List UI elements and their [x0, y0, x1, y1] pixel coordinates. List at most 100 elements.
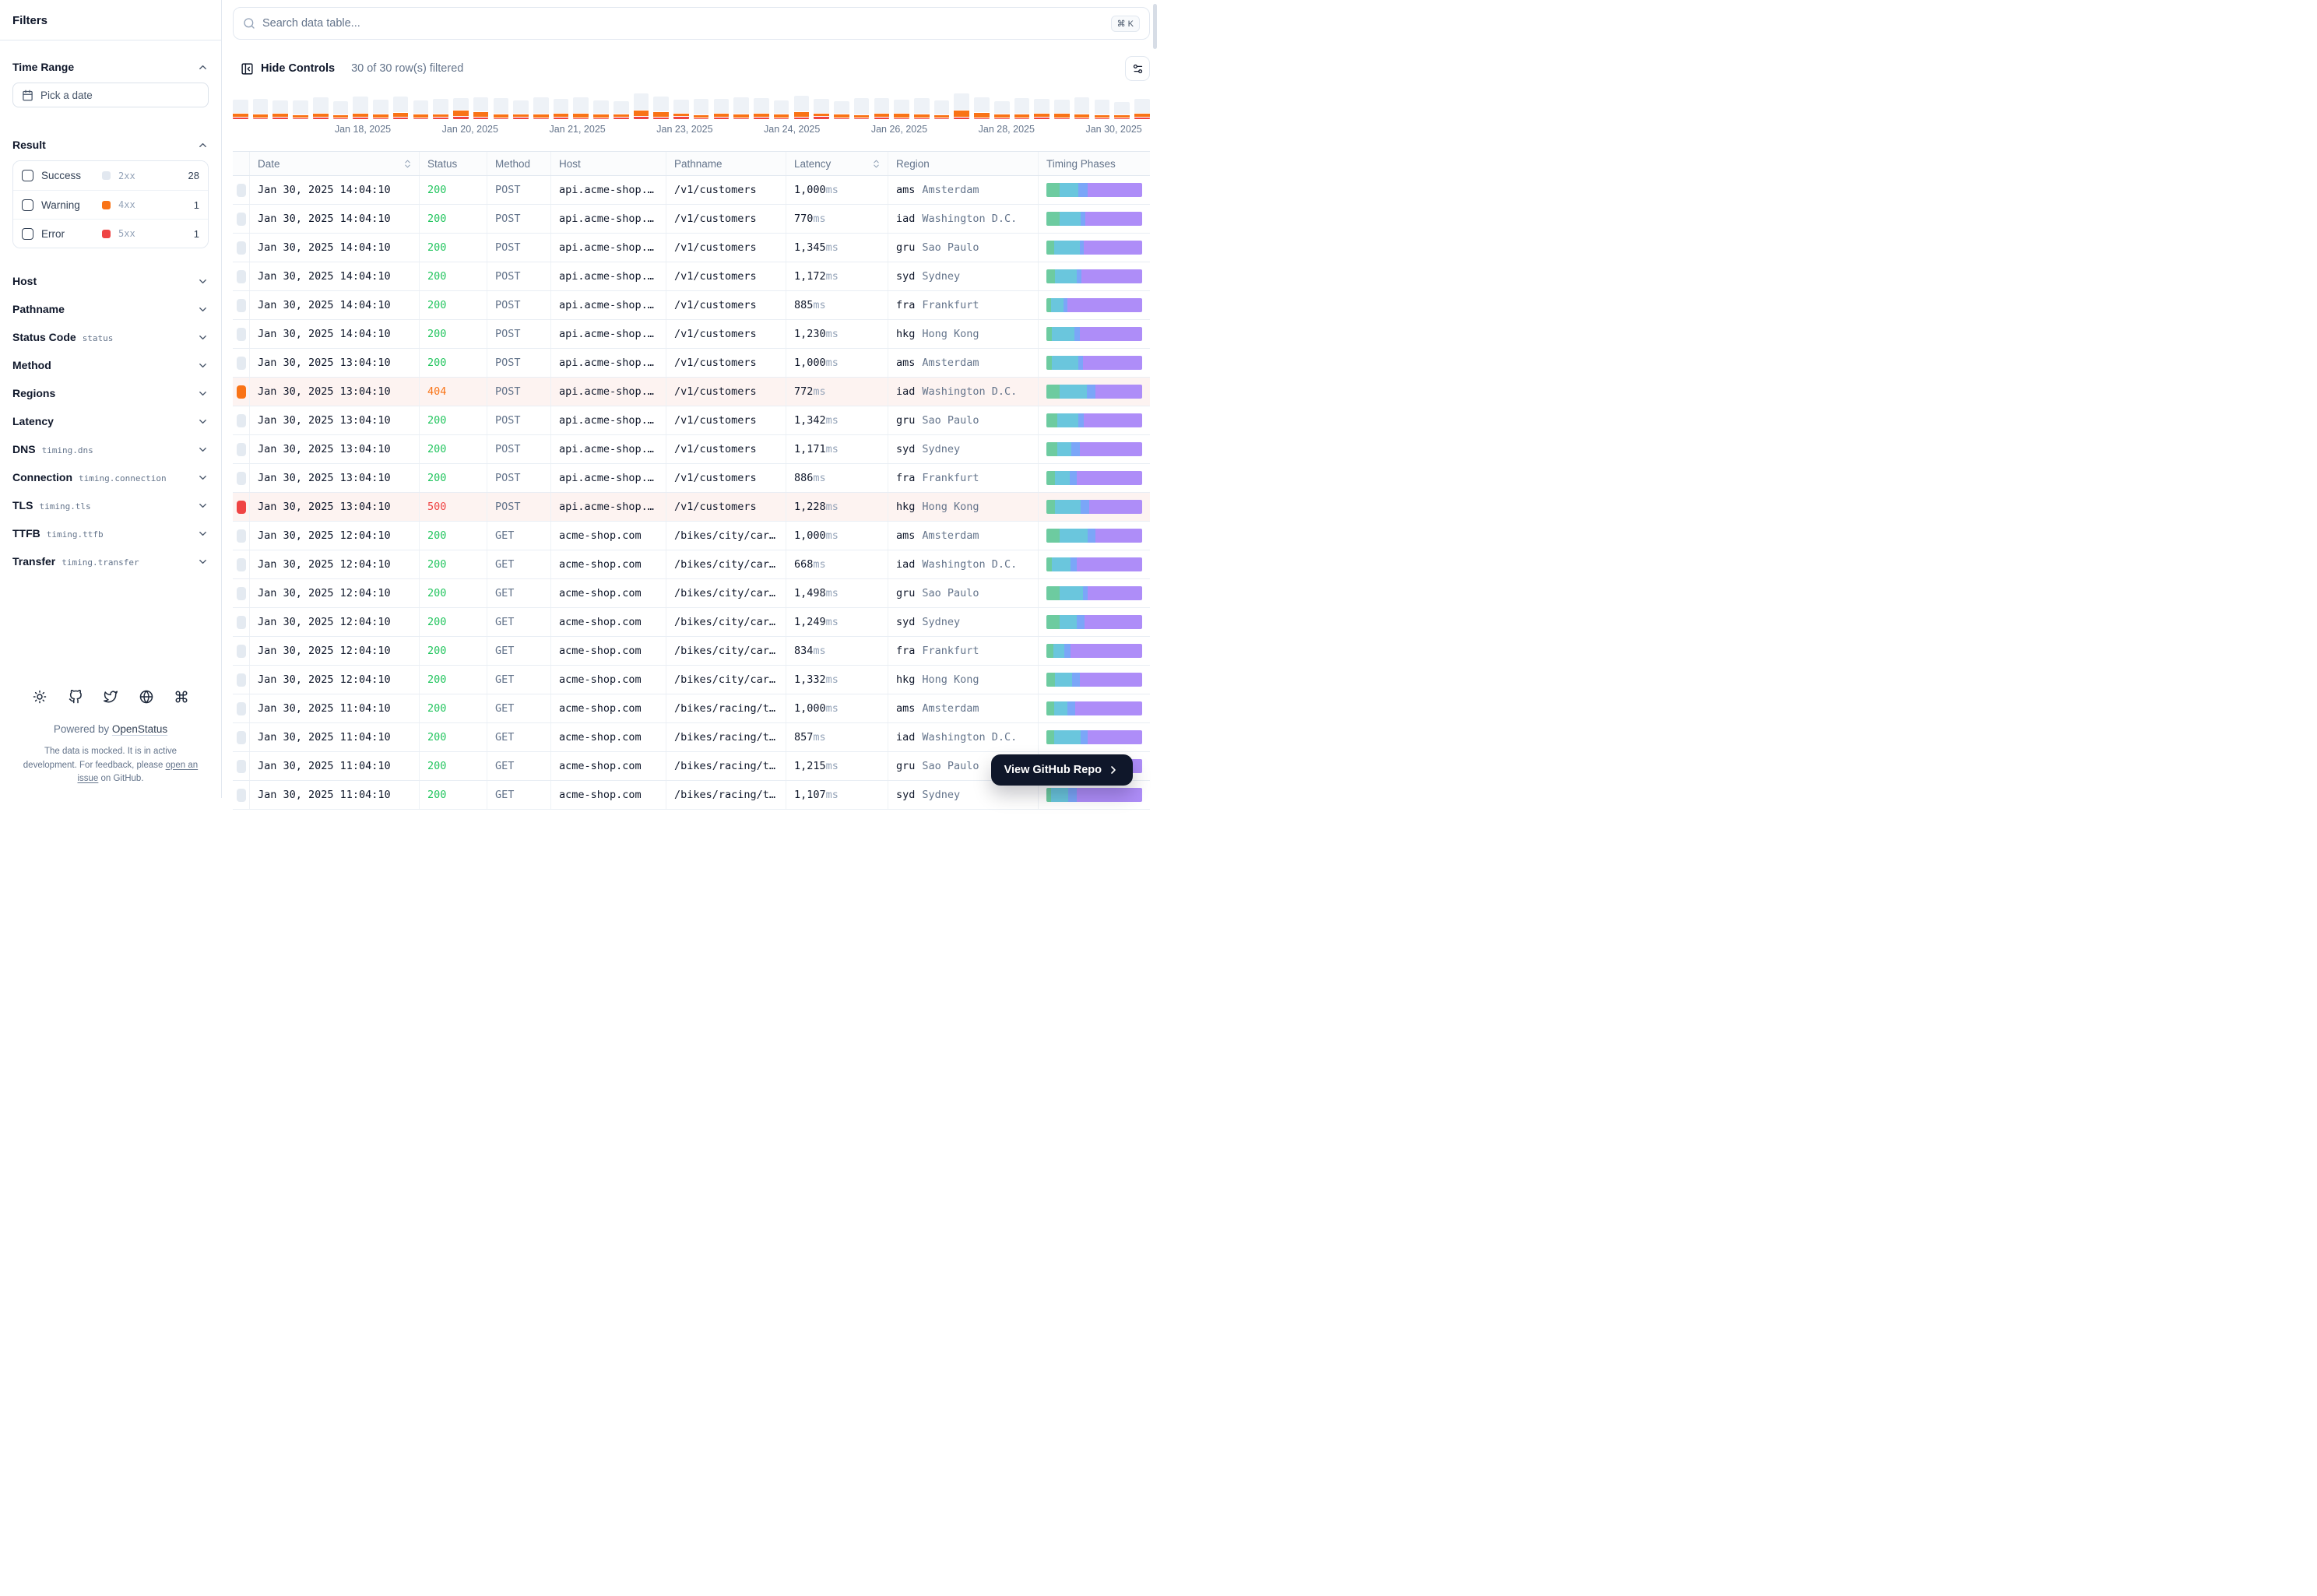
histogram-bar[interactable] [1134, 99, 1150, 119]
column-header-latency[interactable]: Latency [786, 152, 888, 175]
view-settings-button[interactable] [1125, 56, 1150, 81]
sidebar-item-host[interactable]: Host [0, 267, 221, 295]
sidebar-item-connection[interactable]: Connection timing.connection [0, 463, 221, 491]
histogram-bar[interactable] [1074, 97, 1090, 119]
sidebar-item-method[interactable]: Method [0, 351, 221, 379]
histogram-bar[interactable] [974, 97, 990, 119]
checkbox[interactable] [22, 199, 33, 211]
command-icon[interactable] [174, 689, 189, 705]
table-row[interactable]: Jan 30, 2025 14:04:10 200 POST api.acme-sho… [233, 320, 1150, 349]
table-row[interactable]: Jan 30, 2025 12:04:10 200 GET acme-shop.com… [233, 666, 1150, 694]
section-time-range[interactable]: Time Range [0, 53, 221, 81]
histogram-bar[interactable] [1054, 100, 1070, 119]
table-row[interactable]: Jan 30, 2025 11:04:10 200 GET acme-shop.com… [233, 723, 1150, 752]
table-row[interactable]: Jan 30, 2025 14:04:10 200 POST api.acme-sho… [233, 176, 1150, 205]
histogram-bar[interactable] [332, 101, 349, 119]
histogram-bar[interactable] [553, 99, 569, 119]
histogram-bar[interactable] [713, 99, 730, 119]
histogram-bar[interactable] [633, 93, 649, 119]
table-row[interactable]: Jan 30, 2025 13:04:10 500 POST api.acme-sho… [233, 493, 1150, 522]
table-row[interactable]: Jan 30, 2025 12:04:10 200 GET acme-shop.com… [233, 550, 1150, 579]
histogram-bar[interactable] [653, 97, 670, 119]
result-option-error[interactable]: Error 5xx 1 [13, 219, 208, 248]
histogram-bar[interactable] [373, 100, 389, 119]
hide-controls-button[interactable]: Hide Controls [241, 62, 335, 76]
table-row[interactable]: Jan 30, 2025 13:04:10 404 POST api.acme-sho… [233, 378, 1150, 406]
histogram-bar[interactable] [793, 96, 810, 119]
histogram-bar[interactable] [413, 100, 429, 119]
table-row[interactable]: Jan 30, 2025 12:04:10 200 GET acme-shop.com… [233, 522, 1150, 550]
histogram-bar[interactable] [913, 98, 930, 119]
page-scrollbar-thumb[interactable] [1153, 4, 1157, 49]
histogram-bar[interactable] [533, 97, 549, 119]
sidebar-item-tls[interactable]: TLS timing.tls [0, 491, 221, 519]
section-result[interactable]: Result [0, 131, 221, 159]
search-input[interactable] [262, 17, 1104, 30]
histogram-bar[interactable] [894, 100, 909, 119]
histogram-bar[interactable] [853, 98, 870, 119]
sidebar-item-regions[interactable]: Regions [0, 379, 221, 407]
histogram-bar[interactable] [252, 99, 269, 119]
histogram-bar[interactable] [954, 93, 970, 119]
checkbox[interactable] [22, 227, 33, 240]
column-header-date[interactable]: Date [250, 152, 420, 175]
histogram-bar[interactable] [733, 97, 749, 119]
view-github-repo-button[interactable]: View GitHub Repo [990, 754, 1133, 786]
histogram-bar[interactable] [473, 97, 489, 119]
sidebar-item-transfer[interactable]: Transfer timing.transfer [0, 547, 221, 575]
histogram-bar[interactable] [834, 101, 849, 119]
table-row[interactable]: Jan 30, 2025 13:04:10 200 POST api.acme-sho… [233, 435, 1150, 464]
histogram-bar[interactable] [1014, 98, 1030, 119]
histogram-bar[interactable] [272, 100, 289, 119]
openstatus-link[interactable]: OpenStatus [112, 723, 167, 735]
sort-icon[interactable] [871, 159, 881, 169]
histogram-bar[interactable] [392, 97, 409, 119]
table-row[interactable]: Jan 30, 2025 14:04:10 200 POST api.acme-sho… [233, 291, 1150, 320]
histogram-bar[interactable] [613, 101, 629, 119]
histogram-bar[interactable] [933, 100, 950, 119]
histogram-bar[interactable] [1034, 99, 1050, 119]
histogram-bar[interactable] [773, 100, 789, 119]
histogram-bar[interactable] [1094, 100, 1110, 119]
histogram-bar[interactable] [814, 99, 829, 119]
sun-icon[interactable] [32, 689, 47, 705]
twitter-icon[interactable] [103, 689, 118, 705]
github-icon[interactable] [68, 689, 83, 705]
table-row[interactable]: Jan 30, 2025 12:04:10 200 GET acme-shop.com… [233, 579, 1150, 608]
checkbox[interactable] [22, 170, 33, 181]
table-row[interactable]: Jan 30, 2025 14:04:10 200 POST api.acme-sho… [233, 234, 1150, 262]
histogram-bar[interactable] [993, 101, 1010, 119]
histogram-bar[interactable] [573, 97, 589, 119]
sidebar-item-pathname[interactable]: Pathname [0, 295, 221, 323]
table-row[interactable]: Jan 30, 2025 13:04:10 200 POST api.acme-sho… [233, 406, 1150, 435]
sidebar-item-dns[interactable]: DNS timing.dns [0, 435, 221, 463]
histogram-bar[interactable] [754, 98, 769, 119]
histogram-bar[interactable] [293, 100, 308, 119]
sidebar-item-status-code[interactable]: Status Code status [0, 323, 221, 351]
date-picker-button[interactable]: Pick a date [12, 83, 209, 107]
table-row[interactable]: Jan 30, 2025 12:04:10 200 GET acme-shop.com… [233, 608, 1150, 637]
histogram-bar[interactable] [353, 97, 368, 119]
table-row[interactable]: Jan 30, 2025 13:04:10 200 POST api.acme-sho… [233, 349, 1150, 378]
table-row[interactable]: Jan 30, 2025 13:04:10 200 POST api.acme-sho… [233, 464, 1150, 493]
histogram-bar[interactable] [493, 98, 509, 119]
histogram-bar[interactable] [593, 100, 609, 119]
table-row[interactable]: Jan 30, 2025 14:04:10 200 POST api.acme-sho… [233, 205, 1150, 234]
globe-icon[interactable] [139, 689, 154, 705]
histogram-bar[interactable] [874, 98, 890, 119]
histogram-bar[interactable] [513, 100, 529, 119]
histogram-bar[interactable] [1114, 102, 1130, 119]
sidebar-item-ttfb[interactable]: TTFB timing.ttfb [0, 519, 221, 547]
histogram-bar[interactable] [233, 100, 248, 119]
result-option-success[interactable]: Success 2xx 28 [13, 161, 208, 190]
histogram-bar[interactable] [433, 99, 448, 119]
histogram-bar[interactable] [312, 97, 329, 119]
table-row[interactable]: Jan 30, 2025 12:04:10 200 GET acme-shop.com… [233, 637, 1150, 666]
table-row[interactable]: Jan 30, 2025 14:04:10 200 POST api.acme-sho… [233, 262, 1150, 291]
sort-icon[interactable] [403, 159, 413, 169]
histogram-bar[interactable] [693, 99, 709, 119]
histogram-bar[interactable] [453, 98, 469, 119]
sidebar-item-latency[interactable]: Latency [0, 407, 221, 435]
result-option-warning[interactable]: Warning 4xx 1 [13, 190, 208, 219]
histogram-bar[interactable] [673, 100, 689, 119]
